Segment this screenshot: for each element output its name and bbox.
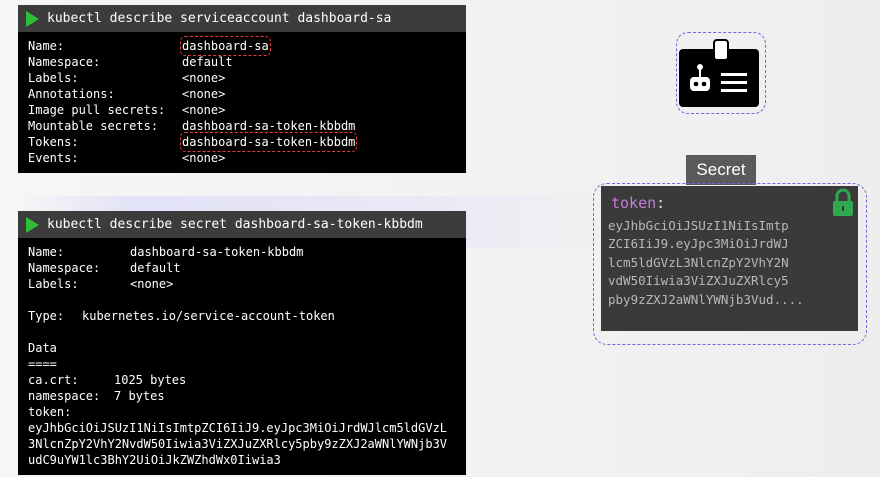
command-text: kubectl describe serviceaccount dashboar…: [47, 11, 392, 26]
kv-value: <none>: [182, 71, 226, 85]
kv-value: dashboard-sa: [180, 36, 271, 56]
kv-row: namespace: 7 bytes: [28, 388, 456, 404]
kv-key: Namespace:: [28, 261, 101, 275]
kv-key: Namespace:: [28, 55, 101, 69]
kv-key: Annotations:: [28, 87, 115, 101]
kv-row: Mountable secrets: dashboard-sa-token-kbb…: [28, 118, 456, 134]
terminal-header: kubectl describe secret dashboard-sa-tok…: [18, 211, 466, 238]
kv-value: <none>: [182, 151, 226, 165]
command-text: kubectl describe secret dashboard-sa-tok…: [47, 217, 423, 232]
data-rule: ====: [28, 357, 57, 371]
secret-tab-label: Secret: [696, 160, 746, 179]
secret-token-line: vdW50Iiwia3ViZXJuZXRlcy5: [608, 273, 789, 289]
token-line: 3NlcnZpY2VhY2NvdW50Iiwia3ViZXJuZXRlcy5pb…: [28, 437, 448, 451]
token-key: token:: [28, 405, 72, 419]
terminal-output: Name: dashboard-sa-token-kbbdm Namespace: d…: [18, 238, 466, 474]
token-colon: :: [656, 194, 666, 212]
kv-value: dashboard-sa-token-kbbdm: [179, 132, 358, 152]
lock-icon: [833, 188, 853, 216]
type-value: kubernetes.io/service-account-token: [82, 309, 335, 323]
kv-row: Image pull secrets: <none>: [28, 102, 456, 118]
badge-clip-icon: [713, 39, 729, 61]
kv-value: default: [130, 261, 181, 275]
token-line: eyJhbGciOiJSUzI1NiIsImtpZCI6IiJ9.eyJpc3M…: [28, 421, 448, 435]
kv-value: <none>: [182, 103, 226, 117]
secret-tab: Secret: [686, 155, 756, 185]
play-icon: [26, 10, 39, 27]
kv-row: Name: dashboard-sa-token-kbbdm: [28, 244, 456, 260]
data-title: Data: [28, 341, 57, 355]
kv-row: Tokens: dashboard-sa-token-kbbdm: [28, 132, 456, 152]
kv-value: <none>: [182, 87, 226, 101]
kv-row: Namespace: default: [28, 260, 456, 276]
kv-row: Events: <none>: [28, 150, 456, 166]
secret-box: token: eyJhbGciOiJSUzI1NiIsImtp ZCI6IiJ9.…: [601, 186, 858, 331]
type-row: Type: kubernetes.io/service-account-toke…: [28, 308, 456, 324]
kv-key: Events:: [28, 151, 79, 165]
kv-row: Namespace: default: [28, 54, 456, 70]
kv-row: Labels: <none>: [28, 276, 456, 292]
kv-key: Name:: [28, 245, 65, 259]
secret-token-line: ZCI6IiJ9.eyJpc3MiOiJrdWJ: [608, 236, 789, 252]
secret-token-key: token:: [611, 194, 665, 212]
kv-key: Mountable secrets:: [28, 119, 159, 133]
kv-row: Labels: <none>: [28, 70, 456, 86]
kv-key: Image pull secrets:: [28, 103, 166, 117]
kv-value: dashboard-sa-token-kbbdm: [130, 245, 304, 259]
kv-row: Name: dashboard-sa: [28, 36, 456, 56]
token-line: udC9uYW1lc3BhY2UiOiJkZWZhdWx0Iiwia3: [28, 453, 281, 467]
kv-value: 7 bytes: [114, 389, 165, 403]
kv-value: 1025 bytes: [114, 373, 187, 387]
terminal-output: Name: dashboard-sa Namespace: default Labels…: [18, 32, 466, 172]
kv-key: ca.crt:: [28, 373, 79, 387]
secret-token-line: lcm5ldGVzL3NlcnZpY2VhY2N: [608, 254, 789, 270]
secret-token-line: eyJhbGciOiJSUzI1NiIsImtp: [608, 218, 789, 233]
kv-key: Tokens:: [28, 135, 79, 149]
kv-row: Annotations: <none>: [28, 86, 456, 102]
kv-key: Labels:: [28, 71, 79, 85]
terminal-secret: kubectl describe secret dashboard-sa-tok…: [18, 211, 466, 475]
secret-token-line: pby9zZXJ2aWNlYWNjb3Vud....: [608, 291, 804, 307]
kv-value: dashboard-sa-token-kbbdm: [182, 119, 356, 133]
kv-value: <none>: [130, 277, 174, 291]
terminal-header: kubectl describe serviceaccount dashboar…: [18, 5, 466, 32]
kv-key: namespace:: [28, 389, 101, 403]
kv-row: ca.crt: 1025 bytes: [28, 372, 456, 388]
secret-token-value: eyJhbGciOiJSUzI1NiIsImtp ZCI6IiJ9.eyJpc3M…: [608, 217, 804, 309]
kv-key: Name:: [28, 39, 65, 53]
kv-value: default: [182, 55, 233, 69]
play-icon: [26, 216, 39, 233]
kv-key: Labels:: [28, 277, 79, 291]
type-key: Type:: [28, 309, 65, 323]
token-key-text: token: [611, 194, 657, 212]
terminal-serviceaccount: kubectl describe serviceaccount dashboar…: [18, 5, 466, 173]
